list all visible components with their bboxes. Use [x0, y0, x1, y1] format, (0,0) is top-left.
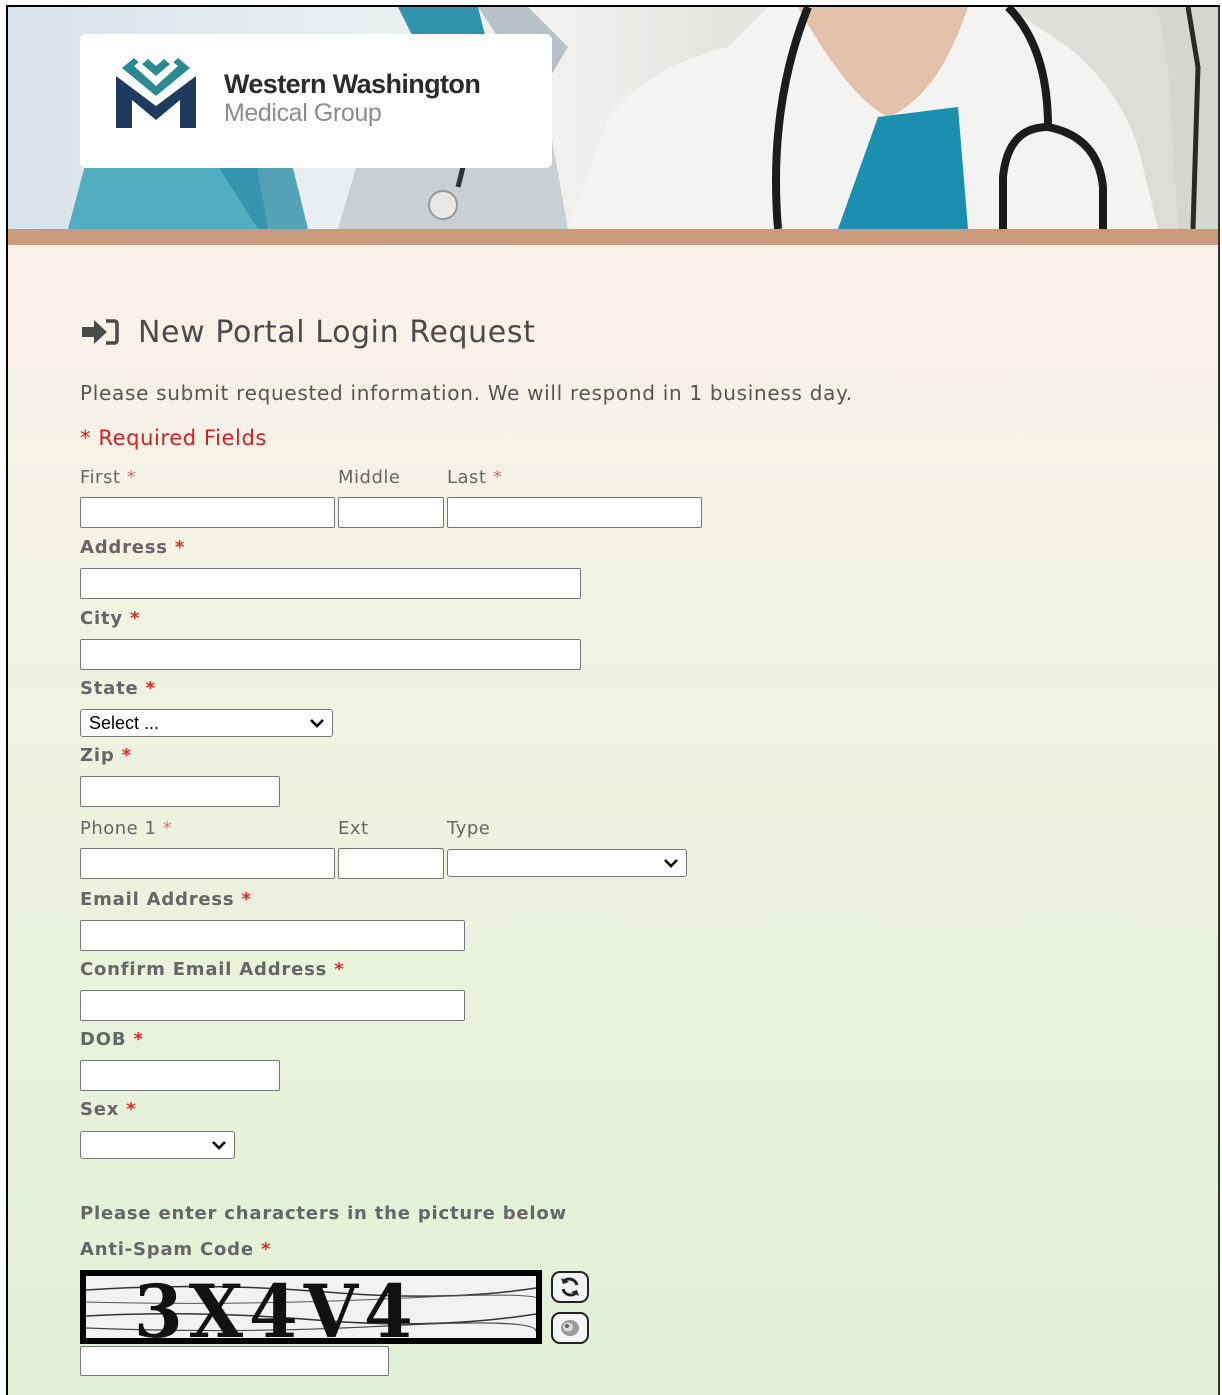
page-title: New Portal Login Request: [138, 314, 536, 350]
dob-label: DOB *: [80, 1029, 144, 1050]
sex-label: Sex *: [80, 1099, 136, 1120]
required-star: *: [121, 745, 132, 766]
logo[interactable]: Western Washington Medical Group: [80, 34, 552, 168]
required-star: *: [145, 678, 156, 699]
city-label-text: City: [80, 608, 123, 629]
required-star: *: [133, 1029, 144, 1050]
logo-text: Western Washington Medical Group: [224, 68, 481, 127]
anti-spam-label: Anti-Spam Code *: [80, 1239, 271, 1260]
phone1-label: Phone 1 *: [80, 818, 172, 839]
required-fields-note: * Required Fields: [80, 426, 267, 450]
city-label: City *: [80, 608, 140, 629]
email-label: Email Address *: [80, 889, 252, 910]
phone1-label-text: Phone 1: [80, 818, 157, 839]
middle-name-label: Middle: [338, 467, 401, 488]
chevron-down-icon: [212, 1141, 226, 1150]
sign-in-icon: [82, 319, 119, 345]
email-input[interactable]: [80, 920, 465, 951]
anti-spam-label-text: Anti-Spam Code: [80, 1239, 254, 1260]
required-star: *: [260, 1239, 272, 1260]
state-label-text: State: [80, 678, 139, 699]
first-name-input[interactable]: [80, 497, 335, 528]
address-input[interactable]: [80, 568, 581, 599]
captcha-background: 3X4V4: [86, 1276, 536, 1338]
zip-input[interactable]: [80, 776, 280, 807]
state-select-value: Select ...: [89, 712, 160, 733]
hero-band: [8, 229, 1218, 245]
middle-name-input[interactable]: [338, 497, 444, 528]
captcha-input[interactable]: [80, 1346, 389, 1376]
address-label-text: Address: [80, 537, 168, 558]
email-label-text: Email Address: [80, 889, 235, 910]
sex-select[interactable]: [80, 1131, 235, 1159]
required-star: *: [126, 467, 137, 488]
chevron-down-icon: [664, 859, 678, 868]
page-frame: Western Washington Medical Group New Por…: [6, 5, 1220, 1395]
confirm-email-label-text: Confirm Email Address: [80, 959, 328, 980]
refresh-icon: [561, 1277, 579, 1297]
ext-input[interactable]: [338, 848, 444, 879]
confirm-email-label: Confirm Email Address *: [80, 959, 344, 980]
intro-text: Please submit requested information. We …: [80, 381, 853, 405]
first-name-label-text: First: [80, 467, 121, 488]
last-name-label-text: Last: [447, 467, 487, 488]
address-label: Address *: [80, 537, 185, 558]
last-name-label: Last *: [447, 467, 502, 488]
required-star: *: [174, 537, 186, 558]
phone-type-label: Type: [447, 818, 491, 839]
hero-banner: Western Washington Medical Group: [8, 7, 1218, 229]
audio-icon: [561, 1320, 579, 1336]
dob-input[interactable]: [80, 1060, 280, 1091]
city-input[interactable]: [80, 639, 581, 670]
logo-line1: Western Washington: [224, 69, 481, 99]
state-select[interactable]: Select ...: [80, 709, 333, 737]
required-star: *: [126, 1099, 137, 1120]
captcha-image: 3X4V4: [80, 1270, 542, 1344]
required-star: *: [241, 889, 252, 910]
logo-line2: Medical Group: [224, 99, 382, 127]
wwmg-logo-icon: [116, 58, 196, 128]
dob-label-text: DOB: [80, 1029, 127, 1050]
phone1-input[interactable]: [80, 848, 335, 879]
required-star: *: [334, 959, 345, 980]
form-title: New Portal Login Request: [80, 312, 535, 352]
captcha-prompt: Please enter characters in the picture b…: [80, 1203, 567, 1224]
first-name-label: First *: [80, 467, 136, 488]
last-name-input[interactable]: [447, 497, 702, 528]
zip-label-text: Zip: [80, 745, 115, 766]
ext-label: Ext: [338, 818, 369, 839]
confirm-email-input[interactable]: [80, 990, 465, 1021]
chevron-down-icon: [310, 719, 324, 728]
captcha-refresh-button[interactable]: [551, 1271, 589, 1303]
captcha-audio-button[interactable]: [551, 1312, 589, 1344]
sex-label-text: Sex: [80, 1099, 120, 1120]
phone-type-select[interactable]: [447, 849, 687, 877]
required-star: *: [162, 818, 173, 839]
captcha-characters: 3X4V4: [134, 1276, 419, 1338]
required-star: *: [492, 467, 503, 488]
required-star: *: [130, 608, 141, 629]
state-label: State *: [80, 678, 156, 699]
zip-label: Zip *: [80, 745, 132, 766]
